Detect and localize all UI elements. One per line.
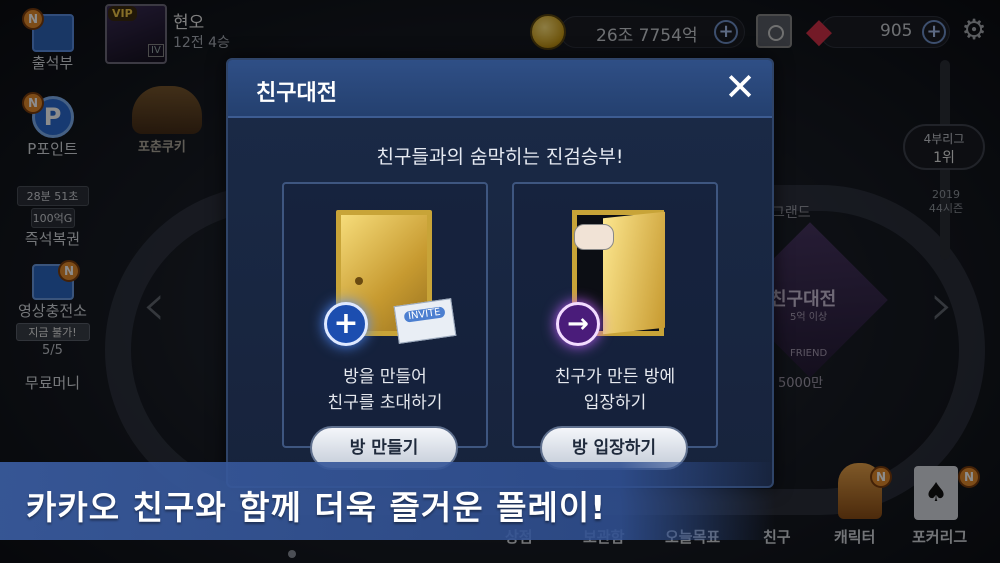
close-icon: ✕ bbox=[724, 65, 756, 109]
invite-envelope-icon: INVITE bbox=[393, 298, 457, 344]
join-line-1: 친구가 만든 방에 bbox=[554, 367, 676, 387]
close-button[interactable]: ✕ bbox=[722, 68, 758, 106]
dialog-header: 친구대전 ✕ bbox=[228, 60, 772, 118]
invite-label: INVITE bbox=[403, 306, 446, 323]
create-room-text: 방을 만들어 친구를 초대하기 bbox=[284, 364, 486, 416]
dialog-subtitle: 친구들과의 숨막히는 진검승부! bbox=[376, 146, 624, 168]
dialog-title: 친구대전 bbox=[256, 81, 337, 106]
friend-match-dialog: 친구대전 ✕ 친구들과의 숨막히는 진검승부! + INVITE 방을 만들어 … bbox=[226, 58, 774, 488]
thumbs-up-hand-icon bbox=[574, 224, 614, 250]
join-line-2: 입장하기 bbox=[583, 393, 647, 413]
join-room-card[interactable]: → 친구가 만든 방에 입장하기 bbox=[512, 182, 718, 448]
plus-icon: + bbox=[324, 302, 368, 346]
join-room-text: 친구가 만든 방에 입장하기 bbox=[514, 364, 716, 416]
promo-banner-text: 카카오 친구와 함께 더욱 즐거운 플레이! bbox=[26, 488, 607, 527]
create-line-2: 친구를 초대하기 bbox=[327, 393, 443, 413]
arrow-right-icon: → bbox=[556, 302, 600, 346]
create-line-1: 방을 만들어 bbox=[343, 367, 427, 387]
create-room-card[interactable]: + INVITE 방을 만들어 친구를 초대하기 bbox=[282, 182, 488, 448]
